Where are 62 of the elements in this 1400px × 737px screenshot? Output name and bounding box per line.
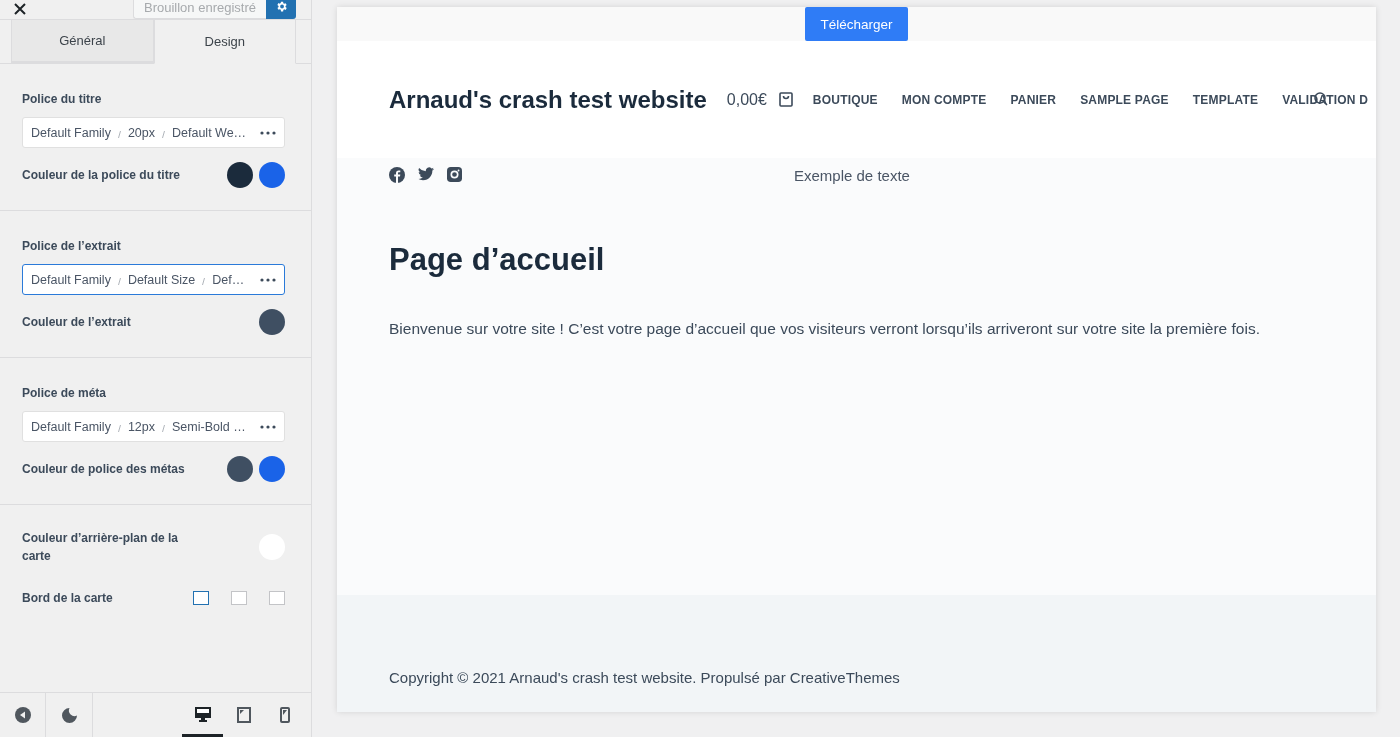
field-label: Bord de la carte	[22, 590, 113, 607]
font-value: 20px	[127, 125, 155, 140]
font-value: Default Family	[31, 272, 111, 287]
moon-icon	[61, 707, 77, 723]
mobile-icon	[279, 706, 290, 723]
draft-status: Brouillon enregistré	[133, 0, 266, 19]
separator-icon	[162, 424, 165, 432]
download-button[interactable]: Télécharger	[805, 7, 908, 41]
font-value: Default Family	[31, 419, 111, 434]
color-swatch[interactable]	[227, 456, 253, 482]
menu-link[interactable]: PANIER	[1010, 92, 1057, 107]
desktop-icon	[194, 707, 211, 722]
more-icon	[260, 424, 276, 429]
field-label: Couleur de l’extrait	[22, 314, 131, 331]
back-icon	[14, 707, 31, 723]
font-field[interactable]: Default Family 12px Semi-Bold …	[22, 411, 285, 442]
color-swatch[interactable]	[259, 456, 285, 482]
font-field[interactable]: Default Family 20px Default We…	[22, 117, 285, 148]
menu-link[interactable]: TEMPLATE	[1192, 92, 1259, 107]
tab[interactable]: Général	[11, 20, 154, 63]
border-option[interactable]	[193, 591, 209, 605]
topbar-text: Exemple de texte	[794, 166, 910, 184]
instagram-icon[interactable]	[447, 167, 462, 182]
color-swatch[interactable]	[259, 309, 285, 335]
body-text: Bienvenue sur votre site ! C’est votre page d’accueil que vos visiteurs verront lorsqu’ils arriveront sur votre site la première fois.	[389, 320, 1261, 338]
more-icon	[260, 130, 276, 135]
menu-link[interactable]: SAMPLE PAGE	[1080, 92, 1169, 107]
font-value: Def…	[212, 272, 245, 287]
font-value: Default Size	[127, 272, 196, 287]
twitter-icon[interactable]	[418, 167, 434, 181]
font-value: 12px	[127, 419, 155, 434]
font-field[interactable]: Default Family Default Size Def…	[22, 264, 285, 295]
font-value: Semi-Bold …	[172, 419, 246, 434]
field-label: Couleur de la police du titre	[22, 167, 181, 184]
tab[interactable]: Design	[153, 20, 296, 64]
separator-icon	[117, 277, 121, 285]
tablet-icon	[236, 706, 251, 723]
field-label: Police de l’extrait	[22, 238, 122, 255]
color-swatch[interactable]	[227, 162, 253, 188]
field-label: Couleur de police des métas	[22, 461, 185, 478]
separator-icon	[117, 424, 121, 432]
bag-icon[interactable]	[778, 92, 793, 107]
field-label: Police du titre	[22, 91, 103, 108]
font-value: Default Family	[31, 125, 111, 140]
close-icon	[14, 3, 26, 15]
separator-icon	[117, 130, 121, 138]
separator-icon	[202, 277, 206, 285]
separator-icon	[162, 130, 165, 138]
more-icon	[260, 277, 276, 282]
font-value: Default We…	[172, 125, 247, 140]
field-label: Couleur d’arrière-plan de la carte	[22, 530, 180, 565]
settings-button[interactable]	[266, 0, 296, 19]
color-swatch[interactable]	[259, 162, 285, 188]
menu-link[interactable]: MON COMPTE	[901, 92, 987, 107]
page-title: Page d’accueil	[389, 242, 606, 278]
site-title: Arnaud's crash test website	[389, 85, 707, 114]
menu-link[interactable]: BOUTIQUE	[812, 92, 878, 107]
cart-total: 0,00€	[726, 90, 767, 109]
facebook-icon[interactable]	[389, 167, 405, 183]
field-label: Police de méta	[22, 385, 108, 402]
footer-text: Copyright © 2021 Arnaud's crash test website. Propulsé par CreativeThemes	[389, 669, 900, 686]
close-button[interactable]	[14, 3, 26, 15]
